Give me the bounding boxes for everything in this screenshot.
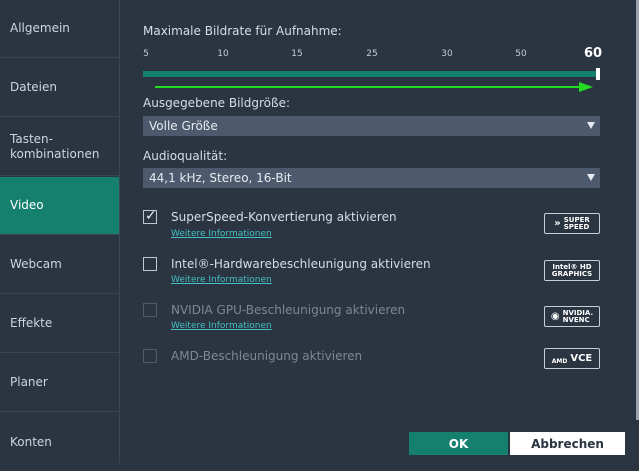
checkmark-icon: ✓ [145, 208, 157, 224]
sidebar-item-label: Tasten- kombinationen [10, 131, 100, 161]
sidebar-item-label: Dateien [10, 80, 58, 94]
framerate-tick: 5 [143, 49, 149, 59]
sidebar-item-planer[interactable]: Planer [0, 354, 119, 412]
sidebar-item-tastenkombinationen[interactable]: Tasten- kombinationen [0, 118, 119, 176]
framerate-tick: 15 [291, 49, 303, 59]
audio-quality-label: Audioqualität: [143, 149, 228, 163]
sidebar-item-allgemein[interactable]: Allgemein [0, 0, 119, 58]
superspeed-badge: » SUPER SPEED [544, 213, 600, 234]
nvidia-eye-icon: ◉ [550, 311, 560, 322]
sidebar-item-label: Konten [10, 434, 52, 449]
arrow-right-icon [155, 82, 593, 92]
superspeed-label: SuperSpeed-Konvertierung aktivieren [171, 210, 397, 224]
intel-more-link[interactable]: Weitere Informationen [171, 275, 272, 285]
framerate-tick: 50 [515, 49, 527, 59]
intel-label: Intel®-Hardwarebeschleunigung aktivieren [171, 257, 431, 271]
sidebar-item-label: Webcam [10, 257, 62, 271]
cancel-button[interactable]: Abbrechen [510, 432, 625, 455]
sidebar-item-effekte[interactable]: Effekte [0, 295, 119, 353]
ok-button[interactable]: OK [409, 432, 508, 455]
sidebar-item-video[interactable]: Video [0, 177, 119, 235]
output-size-select[interactable]: Volle Größe [143, 116, 600, 136]
framerate-tick-selected: 60 [583, 46, 603, 61]
badge-text: SPEED [563, 222, 590, 231]
audio-quality-select[interactable]: 44,1 kHz, Stereo, 16-Bit [143, 168, 600, 188]
badge-text: GRAPHICS [551, 269, 593, 278]
amd-checkbox[interactable] [143, 349, 157, 363]
badge-text: NVENC [562, 315, 590, 324]
framerate-tick: 10 [217, 49, 229, 59]
superspeed-more-link[interactable]: Weitere Informationen [171, 229, 272, 239]
intel-hd-graphics-badge: Intel® HD GRAPHICS [544, 260, 600, 281]
caret-down-icon [587, 122, 595, 129]
sidebar-item-label: Effekte [10, 316, 53, 330]
sidebar-item-label: Video [10, 198, 44, 212]
framerate-slider-handle[interactable] [596, 68, 600, 80]
superspeed-checkbox[interactable]: ✓ [143, 208, 157, 224]
sidebar-item-dateien[interactable]: Dateien [0, 59, 119, 117]
framerate-label: Maximale Bildrate für Aufnahme: [143, 24, 342, 38]
sidebar-item-label: Allgemein [10, 21, 70, 35]
nvidia-more-link[interactable]: Weitere Informationen [171, 321, 272, 331]
nvidia-nvenc-badge: ◉ NVIDIA. NVENC [544, 306, 600, 327]
badge-text: VCE [570, 353, 593, 364]
output-size-value: Volle Größe [149, 119, 218, 133]
fast-forward-icon: » [554, 218, 561, 229]
output-size-label: Ausgegebene Bildgröße: [143, 96, 290, 110]
badge-text: AMD [551, 358, 568, 365]
video-settings-panel: Maximale Bildrate für Aufnahme: 5 10 15 … [120, 0, 639, 463]
intel-checkbox[interactable] [143, 257, 157, 271]
nvidia-label: NVIDIA GPU-Beschleunigung aktivieren [171, 303, 406, 317]
audio-quality-value: 44,1 kHz, Stereo, 16-Bit [149, 171, 292, 185]
sidebar-item-label: Planer [10, 375, 48, 389]
amd-label: AMD-Beschleunigung aktivieren [171, 349, 363, 363]
framerate-slider[interactable] [143, 71, 599, 77]
sidebar-item-webcam[interactable]: Webcam [0, 236, 119, 294]
caret-down-icon [587, 174, 595, 181]
sidebar-item-konten[interactable]: Konten [0, 413, 119, 471]
nvidia-checkbox[interactable] [143, 303, 157, 317]
sidebar: Allgemein Dateien Tasten- kombinationen … [0, 0, 120, 463]
framerate-tick: 30 [441, 49, 453, 59]
framerate-tick: 25 [366, 49, 378, 59]
amd-vce-badge: AMD VCE [544, 348, 600, 369]
